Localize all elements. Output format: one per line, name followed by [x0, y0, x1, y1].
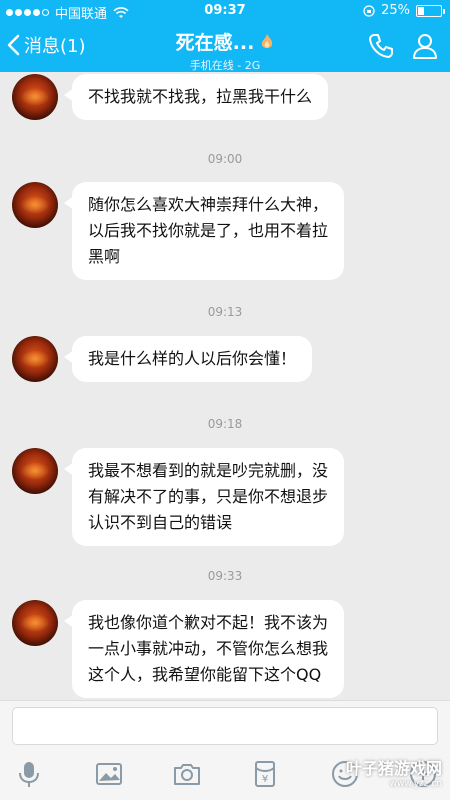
- contact-avatar[interactable]: [12, 336, 58, 382]
- watermark-main: 叶子猪游戏网: [345, 759, 442, 778]
- image-icon[interactable]: [94, 759, 124, 789]
- back-button[interactable]: 消息(1): [6, 32, 86, 58]
- red-packet-icon[interactable]: ¥: [250, 759, 280, 789]
- message-bubble[interactable]: 我最不想看到的就是吵完就删，没 有解决不了的事，只是你不想退步 认识不到自己的错…: [63, 448, 345, 546]
- message-input[interactable]: [12, 707, 438, 745]
- message-bubble[interactable]: 不找我就不找我，拉黑我干什么: [63, 74, 329, 120]
- message-line: 一点小事就冲动，不管你怎么想我: [88, 639, 329, 658]
- top-bar: 中国联通 09:37 25% 消息(1) 死在感... 手机在线 - 2G: [0, 0, 450, 72]
- chat-title: 死在感...: [175, 32, 255, 54]
- chevron-left-icon: [7, 34, 20, 56]
- message-timestamp: 09:13: [207, 305, 243, 319]
- phone-icon[interactable]: [366, 31, 396, 61]
- message-line: 认识不到自己的错误: [88, 513, 233, 532]
- battery-icon: [416, 4, 445, 17]
- rotation-lock-icon: [363, 4, 375, 17]
- message-text: 我是什么样的人以后你会懂！: [88, 349, 297, 368]
- message-timestamp: 09:18: [207, 417, 243, 431]
- flame-icon: [262, 33, 273, 48]
- back-label: 消息(1): [24, 36, 86, 57]
- microphone-icon[interactable]: [14, 759, 44, 789]
- contact-avatar[interactable]: [12, 600, 58, 646]
- message-bubble[interactable]: 我是什么样的人以后你会懂！: [63, 336, 313, 382]
- svg-text:¥: ¥: [262, 774, 268, 785]
- site-watermark: 叶子猪游戏网 www.yzz.cn: [346, 755, 442, 789]
- contact-avatar[interactable]: [12, 448, 58, 494]
- message-timestamp: 09:00: [207, 152, 243, 166]
- message-bubble[interactable]: 我也像你道个歉对不起！我不该为 一点小事就冲动，不管你怎么想我 这个人，我希望你…: [63, 600, 345, 698]
- chat-title-area[interactable]: 死在感... 手机在线 - 2G: [110, 28, 340, 73]
- message-line: 这个人，我希望你能留下这个QQ: [88, 665, 322, 684]
- message-line: 有解决不了的事，只是你不想退步: [88, 487, 329, 506]
- message-bubble[interactable]: 随你怎么喜欢大神崇拜什么大神， 以后我不找你就是了，也用不着拉 黑啊: [63, 182, 345, 280]
- message-timestamp: 09:33: [207, 569, 243, 583]
- message-line: 我也像你道个歉对不起！我不该为: [88, 613, 329, 632]
- contact-avatar[interactable]: [12, 182, 58, 228]
- message-line: 随你怎么喜欢大神崇拜什么大神，: [88, 195, 329, 214]
- contact-avatar[interactable]: [12, 74, 58, 120]
- status-bar: 中国联通 09:37 25%: [0, 0, 450, 22]
- watermark-url: www.yzz.cn: [389, 779, 442, 789]
- nav-bar: 消息(1) 死在感... 手机在线 - 2G: [0, 22, 450, 72]
- message-line: 以后我不找你就是了，也用不着拉: [88, 221, 329, 240]
- message-line: 我最不想看到的就是吵完就删，没: [88, 461, 329, 480]
- user-profile-icon[interactable]: [410, 31, 440, 61]
- online-status: 手机在线 - 2G: [189, 59, 261, 72]
- message-line: 黑啊: [88, 247, 121, 266]
- message-text: 不找我就不找我，拉黑我干什么: [88, 87, 313, 106]
- battery-percent: 25%: [381, 3, 410, 18]
- chat-area[interactable]: 不找我就不找我，拉黑我干什么 09:00 随你怎么喜欢大神崇拜什么大神， 以后我…: [0, 72, 450, 700]
- camera-icon[interactable]: [172, 759, 202, 789]
